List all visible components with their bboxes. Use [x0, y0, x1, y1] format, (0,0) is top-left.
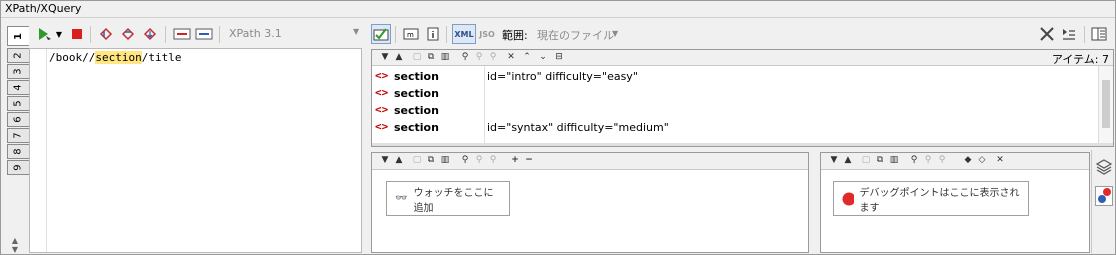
- step-into-icon[interactable]: [97, 25, 115, 43]
- expression-tabs: 1 2 3 4 5 6 7 8 9: [3, 22, 29, 253]
- result-row[interactable]: <> section id="syntax" difficulty="mediu…: [372, 119, 1087, 136]
- save-results-icon[interactable]: ⊟: [554, 52, 564, 62]
- copy-icon[interactable]: ▢: [412, 155, 422, 165]
- watch-toolbar: ▼ ▲ ▢ ⧉ ▥ ⚲ ⚲ ⚲ + −: [372, 153, 808, 170]
- collapse-down-icon[interactable]: ▼: [829, 155, 839, 165]
- xml-mode-button[interactable]: XML: [452, 24, 476, 44]
- columns-icon[interactable]: ▥: [889, 155, 899, 165]
- highlighted-token: section: [95, 51, 142, 64]
- step-over-icon[interactable]: [119, 25, 137, 43]
- close-icon[interactable]: ✕: [995, 155, 1005, 165]
- results-count: アイテム: 7: [1051, 53, 1109, 66]
- chevron-down-icon[interactable]: ▼: [612, 29, 618, 38]
- text-view-icon[interactable]: m: [402, 25, 420, 43]
- step-out-icon[interactable]: [141, 25, 159, 43]
- xpath-expression[interactable]: /book//section/title: [49, 51, 181, 64]
- tab-9[interactable]: 9: [7, 160, 29, 175]
- breakpoints-placeholder: デバッグポイントはここに表示されます: [833, 181, 1029, 216]
- breakpoint-dot-icon: [842, 192, 855, 205]
- glasses-icon: 👓: [395, 193, 408, 204]
- xpath-editor[interactable]: /book//section/title: [29, 48, 362, 253]
- run-icon[interactable]: [35, 25, 53, 43]
- close-icon[interactable]: ✕: [506, 52, 516, 62]
- collapse-up-icon[interactable]: ▲: [843, 155, 853, 165]
- add-watch-button[interactable]: 👓 ウォッチをここに追加: [386, 181, 510, 216]
- stop-icon[interactable]: [68, 25, 86, 43]
- results-toolbar: ▼ ▲ ▢ ⧉ ▥ ⚲ ⚲ ⚲ ✕ ⌃ ⌄ ⊟ アイテム: 7: [372, 50, 1113, 66]
- collapse-up-icon[interactable]: ▲: [394, 52, 404, 62]
- find-next-icon[interactable]: ⚲: [923, 155, 933, 165]
- find-icon[interactable]: ⚲: [909, 155, 919, 165]
- tab-2[interactable]: 2: [7, 48, 29, 63]
- breakpoints-toolbar: ▼ ▲ ▢ ⧉ ▥ ⚲ ⚲ ⚲ ◆ ◇ ✕: [821, 153, 1089, 170]
- chevron-down-icon[interactable]: ▼: [353, 27, 359, 36]
- scope-label: 範囲:: [502, 29, 528, 42]
- collapse-up-icon[interactable]: ▲: [394, 155, 404, 165]
- results-panel: ▼ ▲ ▢ ⧉ ▥ ⚲ ⚲ ⚲ ✕ ⌃ ⌄ ⊟ アイテム: 7 <> secti…: [371, 49, 1114, 147]
- results-scrollbar[interactable]: [1098, 66, 1113, 146]
- find-prev-icon[interactable]: ⚲: [488, 155, 498, 165]
- xpath-version-select[interactable]: XPath 3.1: [229, 27, 282, 40]
- tab-6[interactable]: 6: [7, 112, 29, 127]
- find-icon[interactable]: ⚲: [460, 52, 470, 62]
- breakpoints-panel: ▼ ▲ ▢ ⧉ ▥ ⚲ ⚲ ⚲ ◆ ◇ ✕ デバッグポイントはここに表示されます: [820, 152, 1090, 253]
- copy-all-icon[interactable]: ⧉: [426, 155, 436, 165]
- tab-5[interactable]: 5: [7, 96, 29, 111]
- tab-8[interactable]: 8: [7, 144, 29, 159]
- validate-icon[interactable]: [371, 24, 391, 44]
- watch-panel: ▼ ▲ ▢ ⧉ ▥ ⚲ ⚲ ⚲ + − 👓 ウォッチをここに追加: [371, 152, 809, 253]
- scroll-thumb[interactable]: [1102, 80, 1110, 128]
- add-icon[interactable]: +: [510, 155, 520, 165]
- side-panel-switcher: [1091, 150, 1115, 253]
- title-bar: XPath/XQuery: [1, 1, 1115, 18]
- step-settings-icon[interactable]: [1060, 25, 1078, 43]
- result-row[interactable]: <> section: [372, 102, 1087, 119]
- element-icon: <>: [375, 103, 389, 116]
- tab-3[interactable]: 3: [7, 64, 29, 79]
- editor-gutter: [30, 49, 47, 252]
- element-icon: <>: [375, 120, 389, 133]
- clear-icon[interactable]: ◆: [963, 155, 973, 165]
- find-icon[interactable]: ⚲: [460, 155, 470, 165]
- breakpoint-icon[interactable]: [173, 25, 191, 43]
- collapse-down-icon[interactable]: ▼: [380, 52, 390, 62]
- collapse-all-icon[interactable]: ⌄: [538, 52, 548, 62]
- element-icon: <>: [375, 69, 389, 82]
- json-mode-button[interactable]: JSO: [476, 25, 498, 43]
- result-row[interactable]: <> section id="intro" difficulty="easy": [372, 68, 1087, 85]
- tab-7[interactable]: 7: [7, 128, 29, 143]
- find-prev-icon[interactable]: ⚲: [937, 155, 947, 165]
- scope-select[interactable]: 現在のファイル: [537, 27, 614, 43]
- copy-all-icon[interactable]: ⧉: [426, 52, 436, 62]
- layers-icon[interactable]: [1095, 158, 1113, 176]
- window-title: XPath/XQuery: [5, 2, 82, 15]
- layout-icon[interactable]: [1090, 25, 1108, 43]
- tracepoint-icon[interactable]: [195, 25, 213, 43]
- columns-icon[interactable]: ▥: [440, 155, 450, 165]
- expand-all-icon[interactable]: ⌃: [522, 52, 532, 62]
- columns-icon[interactable]: ▥: [440, 52, 450, 62]
- right-toolbar: m XML JSO 範囲: 現在のファイル ▼: [368, 19, 1115, 48]
- element-icon: <>: [375, 86, 389, 99]
- svg-text:m: m: [407, 31, 414, 39]
- copy-icon[interactable]: ▢: [861, 155, 871, 165]
- info-icon[interactable]: [424, 25, 442, 43]
- eraser-icon[interactable]: ◇: [977, 155, 987, 165]
- find-next-icon[interactable]: ⚲: [474, 52, 484, 62]
- tab-4[interactable]: 4: [7, 80, 29, 95]
- find-prev-icon[interactable]: ⚲: [488, 52, 498, 62]
- copy-icon[interactable]: ▢: [412, 52, 422, 62]
- run-dropdown-icon[interactable]: ▼: [54, 25, 64, 43]
- copy-all-icon[interactable]: ⧉: [875, 155, 885, 165]
- tab-1[interactable]: 1: [7, 26, 29, 46]
- result-row[interactable]: <> section: [372, 85, 1087, 102]
- tools-icon[interactable]: [1038, 25, 1056, 43]
- find-next-icon[interactable]: ⚲: [474, 155, 484, 165]
- collapse-down-icon[interactable]: ▼: [380, 155, 390, 165]
- breakpoints-tab-icon[interactable]: [1095, 186, 1113, 206]
- remove-icon[interactable]: −: [524, 155, 534, 165]
- left-toolbar: ▼ XPath 3.1 ▼: [1, 19, 365, 48]
- horizontal-scrollbar[interactable]: [372, 143, 1113, 146]
- tab-scroll-arrows[interactable]: ▲ ▼: [4, 236, 26, 254]
